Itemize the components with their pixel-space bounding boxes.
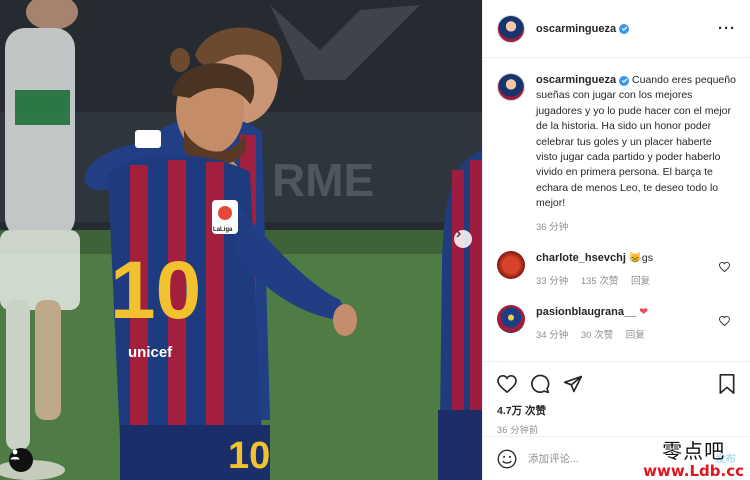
comment-like-heart-icon[interactable]	[719, 313, 730, 331]
caption: oscarmingueza Cuando eres pequeño sueñas…	[497, 73, 736, 235]
comment-like-heart-icon[interactable]	[719, 259, 730, 277]
sponsor-text: unicef	[128, 344, 173, 361]
caption-text: Cuando eres pequeño sueñas con jugar con…	[536, 74, 736, 210]
reply-button[interactable]: 回复	[631, 276, 650, 287]
comment-emoji: 😸	[628, 252, 642, 265]
author-avatar[interactable]	[497, 14, 525, 43]
post-photo[interactable]: RME M	[0, 0, 482, 480]
sleeve-badge: LaLiga	[213, 227, 233, 233]
likes-count[interactable]: 4.7万 次赞	[497, 403, 736, 418]
comment-icon[interactable]	[530, 374, 550, 394]
comment-likes[interactable]: 30 次赞	[581, 330, 613, 341]
comment-username[interactable]: charlote_hsevchj	[536, 252, 626, 264]
comments-list[interactable]: oscarmingueza Cuando eres pequeño sueñas…	[483, 59, 750, 361]
emoji-icon[interactable]	[497, 449, 517, 469]
comment-username[interactable]: pasionblaugrana__	[536, 306, 636, 318]
more-options-icon[interactable]: ···	[718, 20, 736, 37]
post-timestamp: 36 分钟前	[497, 425, 539, 435]
verified-badge-icon	[619, 75, 630, 86]
heart-icon[interactable]	[497, 375, 517, 393]
post-side-panel: oscarmingueza ··· oscarmingueza Cuando e…	[482, 0, 750, 480]
author-username[interactable]: oscarmingueza	[536, 23, 616, 35]
share-icon[interactable]	[563, 374, 583, 394]
commenter-avatar[interactable]	[497, 251, 525, 280]
comment-likes[interactable]: 135 次赞	[581, 276, 619, 287]
post-comment-button[interactable]: 发布	[715, 451, 736, 466]
jersey-number: 10	[110, 245, 201, 336]
caption-avatar[interactable]	[497, 73, 525, 101]
comment-meta: 33 分钟 135 次赞 回复	[536, 274, 660, 289]
bookmark-icon[interactable]	[718, 374, 736, 394]
commenter-avatar[interactable]	[497, 305, 525, 334]
list-item: charlote_hsevchj 😸gs 33 分钟 135 次赞 回复	[497, 251, 736, 289]
post-header: oscarmingueza ···	[483, 0, 750, 58]
comment-input[interactable]	[528, 452, 678, 465]
post-actions: 4.7万 次赞 36 分钟前	[483, 361, 750, 436]
comment-time: 33 分钟	[536, 276, 569, 288]
caption-body: oscarmingueza Cuando eres pequeño sueñas…	[536, 73, 736, 235]
list-item: pasionblaugrana__ ❤ 34 分钟 30 次赞 回复	[497, 305, 736, 343]
comment-time: 34 分钟	[536, 330, 569, 342]
comment-body: pasionblaugrana__ ❤ 34 分钟 30 次赞 回复	[536, 305, 655, 343]
comment-meta: 34 分钟 30 次赞 回复	[536, 328, 655, 343]
user-tag-icon[interactable]	[9, 448, 33, 472]
reply-button[interactable]: 回复	[626, 330, 645, 341]
comment-text: gs	[641, 252, 653, 265]
comment-body: charlote_hsevchj 😸gs 33 分钟 135 次赞 回复	[536, 251, 660, 289]
comment-emoji: ❤	[639, 306, 648, 319]
caption-time: 36 分钟	[536, 221, 569, 233]
svg-text:10: 10	[228, 435, 270, 477]
wall-text: RME	[272, 154, 374, 206]
photo-scene: RME M	[0, 0, 482, 480]
caption-meta: 36 分钟	[536, 220, 736, 235]
chevron-right-icon[interactable]	[454, 230, 472, 248]
caption-username[interactable]: oscarmingueza	[536, 74, 616, 86]
add-comment-bar: 发布	[483, 436, 750, 480]
action-icons	[497, 370, 736, 398]
verified-badge-icon	[619, 23, 630, 34]
